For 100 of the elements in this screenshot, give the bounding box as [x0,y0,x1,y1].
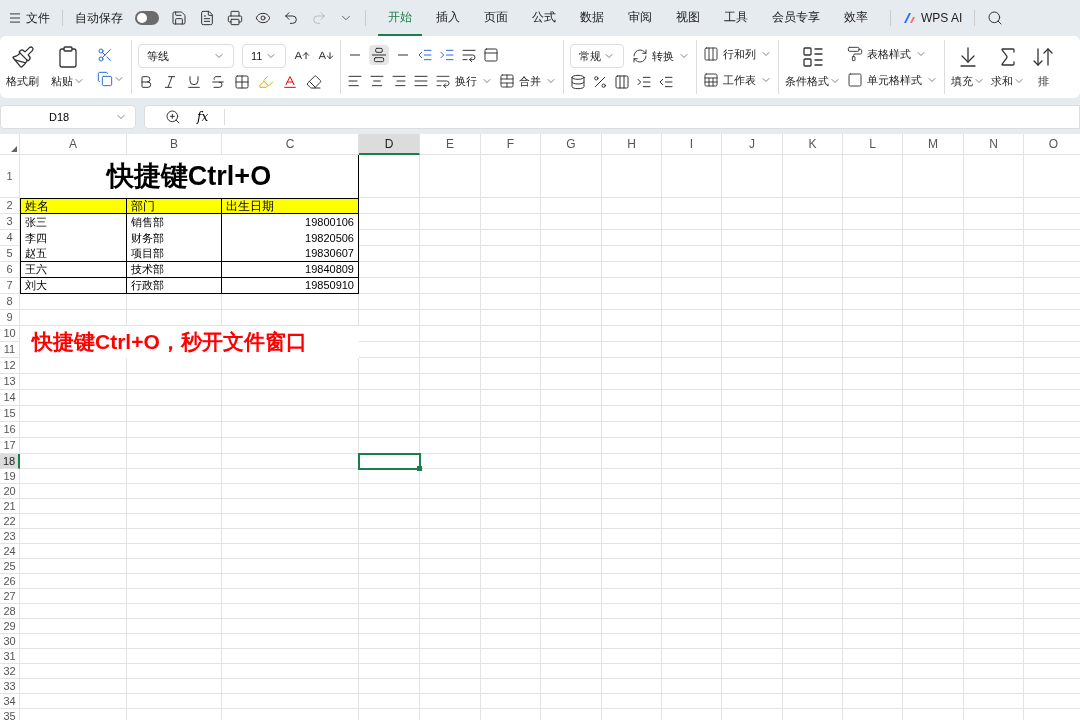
column-header[interactable]: I [662,134,722,155]
ribbon-tab[interactable]: 页面 [474,0,518,36]
wps-ai-button[interactable]: WPS AI [903,9,963,27]
percent-icon[interactable] [592,74,608,90]
rows-columns-icon [703,45,719,62]
column-header[interactable]: K [783,134,843,155]
font-size-field[interactable]: 11 [242,44,286,68]
row-header[interactable]: 15 [0,406,20,422]
row-header[interactable]: 13 [0,374,20,390]
row-header[interactable]: 18 [0,454,20,469]
fx-label[interactable]: fx [197,108,209,126]
undo-icon[interactable] [283,10,299,26]
autosave-toggle[interactable] [135,11,159,25]
cut-icon[interactable] [97,47,113,63]
column-header[interactable]: H [602,134,662,155]
file-menu[interactable]: 文件 [8,9,50,27]
align-left-icon[interactable] [347,73,363,89]
row-header[interactable]: 30 [0,634,20,649]
format-painter-button[interactable]: 格式刷 [6,44,39,90]
ribbon-tab[interactable]: 数据 [570,0,614,36]
formula-input[interactable]: fx [144,105,1080,129]
paste-button[interactable]: 粘贴 [51,44,85,90]
strikethrough-icon[interactable] [210,74,226,90]
underline-icon[interactable] [186,74,202,90]
row-header[interactable]: 28 [0,604,20,619]
align-center-icon[interactable] [369,73,385,89]
number-format-field[interactable]: 常规 [570,44,624,68]
ribbon-tab[interactable]: 会员专享 [762,0,830,36]
column-header[interactable]: M [903,134,964,155]
sum-button[interactable]: 求和 [991,44,1025,90]
ribbon-tab[interactable]: 效率 [834,0,878,36]
name-box[interactable]: D18 [0,105,136,129]
row-header[interactable]: 21 [0,499,20,514]
row-header[interactable]: 22 [0,514,20,529]
ribbon-tab[interactable]: 公式 [522,0,566,36]
bold-icon[interactable] [138,74,154,90]
fill-color-icon[interactable] [258,74,274,90]
align-right-icon[interactable] [391,73,407,89]
row-header[interactable]: 23 [0,529,20,544]
row-header[interactable]: 8 [0,294,20,310]
table-style-button[interactable]: 表格样式 [847,45,938,62]
fill-button[interactable]: 填充 [951,44,985,90]
active-cell[interactable] [358,453,421,470]
search-icon[interactable] [987,10,1004,26]
row-header[interactable]: 16 [0,422,20,438]
clear-icon[interactable] [306,74,322,90]
ribbon-tab[interactable]: 插入 [426,0,470,36]
convert-button[interactable]: 转换 [632,47,690,65]
row-header[interactable]: 24 [0,544,20,559]
row-header[interactable]: 32 [0,664,20,679]
row-header[interactable]: 14 [0,390,20,406]
row-header[interactable]: 26 [0,574,20,589]
column-header[interactable]: F [481,134,541,155]
print-icon[interactable] [227,10,243,26]
font-name-field[interactable]: 等线 [138,44,234,68]
row-header[interactable]: 25 [0,559,20,574]
note-text: 快捷键Ctrl+O，秒开文件窗口 [32,329,307,356]
worksheet-button[interactable]: 工作表 [703,72,772,89]
rows-columns-button[interactable]: 行和列 [703,45,772,62]
column-header[interactable]: D [359,134,420,155]
ribbon-tab[interactable]: 工具 [714,0,758,36]
row-header[interactable]: 12 [0,358,20,374]
row-header[interactable]: 27 [0,589,20,604]
italic-icon[interactable] [162,74,178,90]
sort-button[interactable]: 排 [1031,44,1055,90]
table-cell: 19840809 [222,262,359,278]
document-icon[interactable] [199,10,215,26]
column-header[interactable]: O [1024,134,1080,155]
table-cell: 19800106 [222,214,359,230]
justify-icon[interactable] [413,73,429,89]
row-header[interactable]: 9 [0,310,20,326]
table-cell: 技术部 [127,262,222,278]
ribbon-tab[interactable]: 审阅 [618,0,662,36]
column-header[interactable]: E [420,134,481,155]
row-header[interactable]: 31 [0,649,20,664]
copy-icon[interactable] [97,71,113,87]
ribbon-tab[interactable]: 视图 [666,0,710,36]
row-header[interactable]: 34 [0,694,20,709]
wrap-button[interactable]: 换行 [435,72,493,90]
row-header[interactable]: 20 [0,484,20,499]
column-header[interactable]: G [541,134,602,155]
conditional-format-button[interactable]: 条件格式 [785,44,841,90]
column-header[interactable]: N [964,134,1024,155]
align-middle-icon[interactable] [371,46,387,63]
cell-style-button[interactable]: 单元格样式 [847,72,938,89]
row-header[interactable]: 33 [0,679,20,694]
select-all-icon[interactable] [11,146,17,152]
column-header[interactable]: L [843,134,903,155]
zoom-icon[interactable] [165,109,181,125]
save-icon[interactable] [171,10,187,26]
preview-icon[interactable] [255,10,271,26]
paintbrush-icon [10,44,35,69]
row-header[interactable]: 35 [0,709,20,720]
row-header[interactable]: 29 [0,619,20,634]
column-header[interactable]: J [722,134,783,155]
row-header[interactable]: 19 [0,469,20,484]
conditional-format-icon [801,44,825,69]
merge-button[interactable]: 合并 [499,72,557,90]
font-color-icon[interactable] [282,74,298,90]
borders-icon[interactable] [234,74,250,90]
